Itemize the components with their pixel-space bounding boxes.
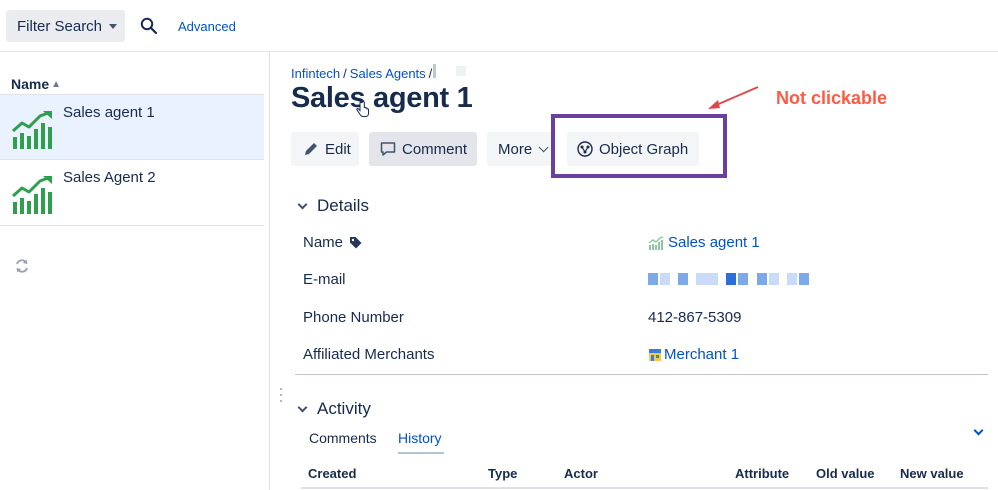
column-header-attribute: Attribute [735, 466, 790, 481]
table-header-divider [301, 487, 988, 489]
field-label-affiliated-merchants: Affiliated Merchants [303, 346, 434, 363]
breadcrumb-item-sales-agents[interactable]: Sales Agents [350, 66, 426, 81]
name-column-header[interactable]: Name ▲ [11, 76, 61, 92]
field-value-merchant-link[interactable]: Merchant 1 [648, 346, 739, 363]
field-value-text: 412-867-5309 [648, 309, 742, 326]
comment-icon [380, 142, 396, 156]
list-item-sales-agent-1[interactable]: Sales agent 1 [0, 94, 264, 160]
annotation-label: Not clickable [776, 88, 888, 108]
list-item-label: Sales agent 1 [63, 104, 155, 121]
search-icon[interactable] [140, 17, 158, 35]
filter-search-button[interactable]: Filter Search [6, 10, 125, 42]
breadcrumb-separator: / [343, 66, 347, 81]
redacted-breadcrumb [456, 66, 466, 76]
field-label-text: E-mail [303, 271, 346, 288]
growth-chart-icon [12, 111, 52, 149]
tab-history[interactable]: History [398, 430, 442, 446]
store-icon [649, 348, 661, 361]
more-button-label: More [498, 140, 533, 158]
section-divider [295, 374, 988, 375]
field-value-name-link[interactable]: Sales agent 1 [648, 234, 760, 251]
list-item-sales-agent-2[interactable]: Sales Agent 2 [0, 160, 264, 226]
list-item-label: Sales Agent 2 [63, 169, 156, 186]
column-header-label: Name [11, 76, 50, 92]
comment-button-label: Comment [402, 140, 468, 158]
redacted-email-value [648, 273, 810, 285]
field-label-email: E-mail [303, 271, 346, 288]
top-toolbar: Filter Search Advanced [0, 0, 998, 52]
redacted-breadcrumb [433, 64, 436, 78]
growth-chart-icon [648, 235, 664, 250]
column-header-old-value: Old value [816, 466, 875, 481]
filter-search-label: Filter Search [17, 17, 103, 35]
growth-chart-icon [12, 176, 52, 214]
chevron-down-icon [538, 141, 549, 152]
refresh-icon[interactable] [14, 258, 30, 274]
field-label-phone: Phone Number [303, 309, 404, 326]
field-label-name: Name [303, 234, 362, 251]
field-value-text: Merchant 1 [664, 346, 740, 363]
details-header-label: Details [317, 196, 369, 215]
column-header-type: Type [488, 466, 518, 481]
column-header-new-value: New value [900, 466, 964, 481]
annotation-arrow-icon [708, 86, 759, 109]
panel-resize-handle[interactable] [279, 388, 283, 402]
breadcrumb-item-infintech[interactable]: Infintech [291, 66, 340, 81]
breadcrumb-separator: / [428, 66, 433, 81]
details-section-header[interactable]: Details [295, 196, 369, 216]
field-value-phone: 412-867-5309 [648, 309, 741, 326]
advanced-search-link[interactable]: Advanced [178, 19, 236, 34]
breadcrumb: Infintech / Sales Agents / [291, 66, 435, 81]
chevron-down-icon[interactable] [973, 425, 984, 436]
field-label-text: Phone Number [303, 309, 404, 326]
field-label-text: Name [303, 234, 344, 251]
chevron-down-icon [297, 199, 308, 209]
annotation-highlight-box [551, 114, 727, 178]
column-header-actor: Actor [564, 466, 598, 481]
chevron-down-icon [297, 402, 308, 412]
caret-down-icon [109, 23, 118, 29]
sort-ascending-icon: ▲ [51, 78, 62, 90]
activity-section-header[interactable]: Activity [295, 399, 371, 419]
edit-button-label: Edit [325, 140, 351, 158]
active-tab-indicator [398, 452, 444, 454]
hand-cursor-icon [356, 101, 369, 117]
object-list-sidebar: Name ▲ Sales agent 1 Sales Agent 2 [0, 52, 270, 490]
pencil-icon [305, 143, 317, 155]
comment-button[interactable]: Comment [369, 132, 477, 166]
field-value-text: Sales agent 1 [668, 234, 760, 251]
more-button[interactable]: More [487, 132, 553, 166]
activity-header-label: Activity [317, 399, 371, 418]
tab-comments[interactable]: Comments [309, 430, 377, 446]
column-header-created: Created [308, 466, 357, 481]
page-title: Sales agent 1 [291, 82, 473, 114]
field-label-text: Affiliated Merchants [303, 346, 435, 363]
tag-icon [350, 237, 362, 249]
edit-button[interactable]: Edit [291, 132, 359, 166]
